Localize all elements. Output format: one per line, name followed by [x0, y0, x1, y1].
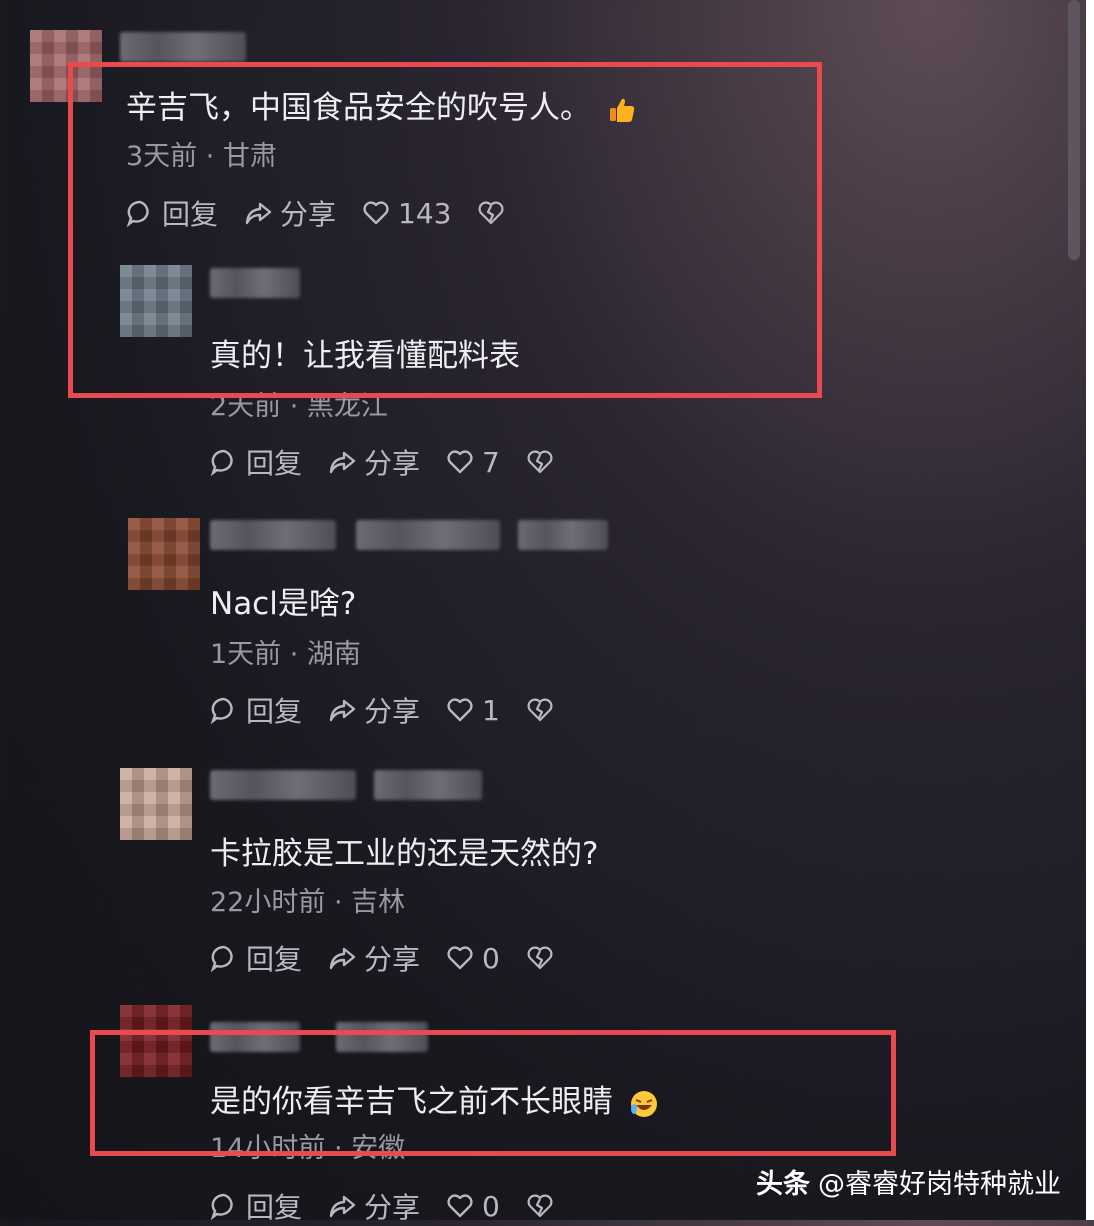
username-blurred[interactable] — [518, 520, 608, 550]
like-count: 7 — [482, 445, 500, 479]
comment-actions: 回复 分享 0 — [210, 1186, 588, 1226]
reply-label: 回复 — [246, 943, 303, 976]
dislike-button[interactable] — [526, 1192, 562, 1220]
share-button[interactable]: 分享 — [328, 690, 420, 730]
broken-heart-icon — [527, 1194, 553, 1218]
like-button[interactable]: 0 — [446, 942, 500, 975]
highlight-box-bottom — [90, 1030, 896, 1156]
heart-icon — [447, 1194, 473, 1218]
share-icon — [329, 947, 356, 970]
comment-meta: 22小时前 · 吉林 — [210, 887, 406, 918]
dislike-button[interactable] — [526, 448, 562, 476]
comment-meta: 1天前 · 湖南 — [210, 639, 361, 670]
avatar[interactable] — [120, 768, 192, 840]
username-blurred[interactable] — [120, 32, 246, 62]
reply-label: 回复 — [246, 1191, 303, 1224]
like-button[interactable]: 1 — [446, 694, 500, 727]
broken-heart-icon — [527, 946, 553, 970]
share-icon — [329, 451, 356, 474]
watermark-account: @睿睿好岗特种就业 — [818, 1169, 1061, 1200]
heart-icon — [447, 450, 473, 474]
reply-label: 回复 — [246, 695, 303, 728]
share-label: 分享 — [364, 1191, 421, 1224]
heart-icon — [447, 946, 473, 970]
scrollbar[interactable] — [1068, 0, 1080, 260]
avatar[interactable] — [128, 518, 200, 590]
comment-text: 卡拉胶是工业的还是天然的? — [210, 836, 599, 872]
share-icon — [329, 699, 356, 722]
reply-button[interactable]: 回复 — [210, 442, 302, 482]
username-blurred[interactable] — [356, 520, 500, 550]
comment-icon — [210, 1193, 233, 1220]
broken-heart-icon — [527, 450, 553, 474]
reply-button[interactable]: 回复 — [210, 690, 302, 730]
dislike-button[interactable] — [526, 696, 562, 724]
reply-label: 回复 — [246, 447, 303, 480]
share-button[interactable]: 分享 — [328, 938, 420, 978]
share-icon — [329, 1195, 356, 1218]
like-count: 0 — [482, 941, 500, 975]
comment-icon — [210, 945, 233, 972]
comment-icon — [210, 449, 233, 476]
like-count: 0 — [482, 1189, 500, 1223]
share-label: 分享 — [364, 695, 421, 728]
reply-button[interactable]: 回复 — [210, 1186, 302, 1226]
share-button[interactable]: 分享 — [328, 442, 420, 482]
share-label: 分享 — [364, 447, 421, 480]
right-edge-strip — [1086, 0, 1094, 1220]
comment-text: Nacl是啥? — [210, 586, 357, 622]
comment-actions: 回复 分享 7 — [210, 442, 588, 482]
like-button[interactable]: 7 — [446, 446, 500, 479]
watermark: 头条 @睿睿好岗特种就业 — [756, 1162, 1061, 1201]
comment-icon — [210, 697, 233, 724]
like-count: 1 — [482, 693, 500, 727]
comment-actions: 回复 分享 0 — [210, 938, 588, 978]
reply-button[interactable]: 回复 — [210, 938, 302, 978]
watermark-brand: 头条 — [756, 1169, 810, 1200]
username-blurred[interactable] — [210, 520, 336, 550]
like-button[interactable]: 0 — [446, 1190, 500, 1223]
broken-heart-icon — [527, 698, 553, 722]
username-blurred[interactable] — [374, 770, 482, 800]
comment-actions: 回复 分享 1 — [210, 690, 588, 730]
share-label: 分享 — [364, 943, 421, 976]
heart-icon — [447, 698, 473, 722]
dislike-button[interactable] — [526, 944, 562, 972]
highlight-box-top — [68, 62, 822, 398]
username-blurred[interactable] — [210, 770, 356, 800]
share-button[interactable]: 分享 — [328, 1186, 420, 1226]
